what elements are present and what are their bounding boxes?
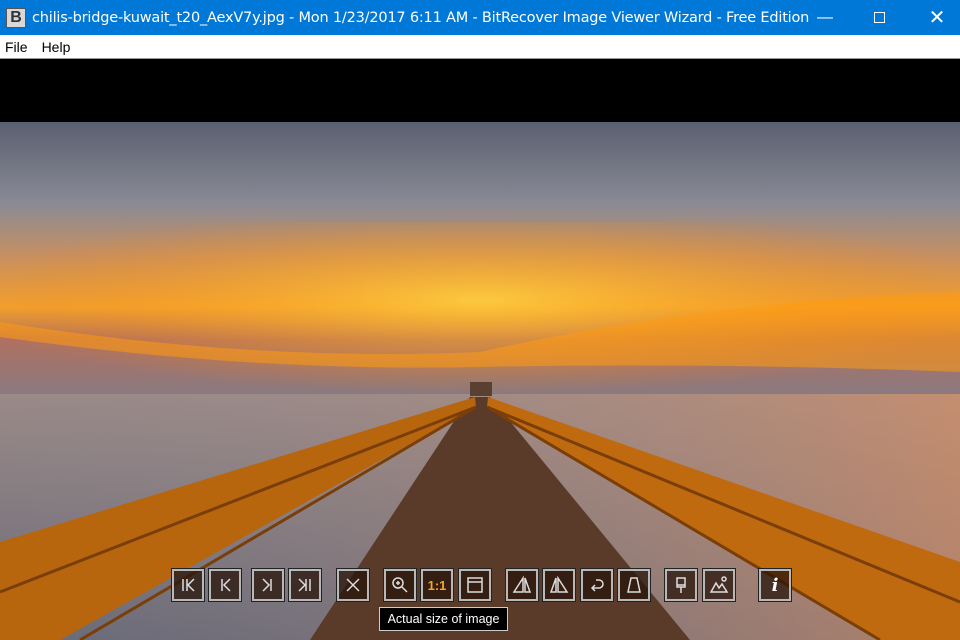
zoom-in-icon [392,577,408,593]
next-icon [262,578,272,592]
previous-image-button[interactable] [208,568,242,602]
menu-help[interactable]: Help [37,39,76,55]
pin-button[interactable] [664,568,698,602]
first-image-button[interactable] [171,568,205,602]
window-title: chilis-bridge-kuwait_t20_AexV7y.jpg - Mo… [32,9,810,26]
zoom-in-button[interactable] [383,568,417,602]
rotate-icon [590,579,604,592]
next-image-button[interactable] [251,568,285,602]
maximize-button[interactable] [856,0,902,35]
menu-file[interactable]: File [0,39,33,55]
app-icon: B [6,7,26,28]
tooltip: Actual size of image [379,607,508,631]
flip-horizontal-button[interactable] [505,568,539,602]
fit-window-button[interactable] [458,568,492,602]
skip-first-icon [182,578,195,592]
window-icon [467,577,483,593]
close-image-button[interactable] [336,568,370,602]
minimize-button[interactable]: — [802,0,848,35]
image-viewer: 1:1 i Actual size of image [0,60,960,640]
last-image-button[interactable] [288,568,322,602]
rotate-button[interactable] [580,568,614,602]
previous-icon [221,578,231,592]
close-button[interactable]: ✕ [914,0,960,35]
close-icon [346,578,360,592]
menu-bar: File Help [0,35,960,59]
skip-last-icon [298,578,311,592]
flip-right-icon [549,575,569,593]
flip-vertical-button[interactable] [542,568,576,602]
info-button[interactable]: i [758,568,792,602]
actual-size-button[interactable]: 1:1 [420,568,454,602]
landscape-icon [709,576,729,593]
displayed-image [0,122,960,640]
perspective-button[interactable] [617,568,651,602]
flip-left-icon [512,575,532,593]
wallpaper-button[interactable] [702,568,736,602]
pin-icon [676,577,686,593]
trapezoid-icon [627,577,641,593]
title-bar: B chilis-bridge-kuwait_t20_AexV7y.jpg - … [0,0,960,35]
